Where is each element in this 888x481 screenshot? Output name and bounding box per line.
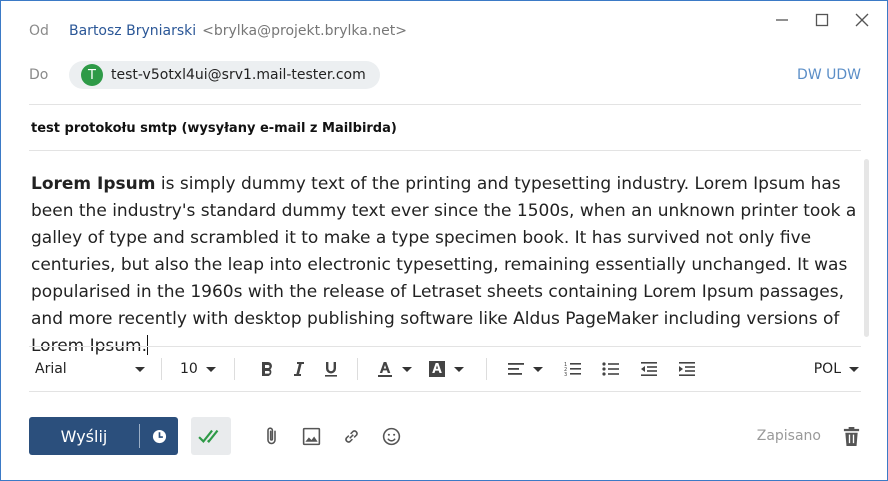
italic-icon[interactable]: [285, 355, 313, 383]
highlight-icon[interactable]: [428, 355, 464, 383]
send-label: Wyślij: [60, 426, 108, 446]
divider: [29, 391, 861, 392]
numbered-list-icon[interactable]: 123: [561, 355, 585, 383]
language-value: POL: [813, 361, 841, 377]
chevron-down-icon: [205, 366, 216, 372]
chevron-down-icon: [849, 366, 859, 372]
paperclip-icon[interactable]: [251, 417, 291, 455]
text-color-icon[interactable]: [376, 355, 412, 383]
font-size-select[interactable]: 10: [180, 361, 216, 377]
subject-field[interactable]: test protokołu smtp (wysyłany e-mail z M…: [31, 121, 397, 136]
recipient-chip[interactable]: T test-v5otxl4ui@srv1.mail-tester.com: [69, 61, 380, 89]
send-button[interactable]: Wyślij: [29, 417, 178, 455]
toolbar-divider: [356, 358, 358, 380]
svg-text:3: 3: [564, 372, 567, 378]
font-family-value: Arial: [35, 361, 67, 377]
font-size-value: 10: [180, 361, 198, 377]
maximize-icon[interactable]: [811, 9, 833, 31]
language-select[interactable]: POL: [814, 361, 859, 377]
close-icon[interactable]: [851, 9, 873, 31]
double-check-icon[interactable]: [191, 417, 231, 455]
body-scrollbar[interactable]: [864, 159, 869, 337]
minimize-icon[interactable]: [771, 9, 793, 31]
footer-bar: Wyślij Zapisano: [29, 416, 863, 456]
chevron-down-icon: [401, 366, 412, 372]
image-icon[interactable]: [291, 417, 331, 455]
toolbar-divider: [161, 358, 162, 380]
trash-icon[interactable]: [839, 422, 863, 450]
body-text-rest: is simply dummy text of the printing and…: [31, 174, 857, 356]
format-toolbar: Arial 10 1 2 3 POL: [29, 353, 861, 385]
window-controls: [771, 9, 873, 31]
recipient-email: test-v5otxl4ui@srv1.mail-tester.com: [111, 67, 366, 83]
sender-name[interactable]: Bartosz Bryniarski: [69, 23, 196, 39]
bullet-list-icon[interactable]: [599, 355, 623, 383]
indent-icon[interactable]: [675, 355, 699, 383]
message-body[interactable]: Lorem Ipsum is simply dummy text of the …: [31, 171, 863, 360]
divider: [29, 104, 861, 105]
chevron-down-icon: [135, 366, 145, 372]
outdent-icon[interactable]: [637, 355, 661, 383]
clock-icon[interactable]: [140, 429, 178, 444]
divider: [29, 346, 861, 347]
align-icon[interactable]: [507, 355, 543, 383]
from-row: Od Bartosz Bryniarski <brylka@projekt.br…: [29, 23, 407, 39]
toolbar-divider: [233, 358, 235, 380]
to-row: Do T test-v5otxl4ui@srv1.mail-tester.com…: [29, 61, 861, 89]
compose-window: Od Bartosz Bryniarski <brylka@projekt.br…: [0, 0, 888, 481]
chevron-down-icon: [532, 366, 543, 372]
emoji-icon[interactable]: [371, 417, 411, 455]
font-family-select[interactable]: Arial: [35, 361, 145, 377]
chevron-down-icon: [453, 366, 464, 372]
divider: [29, 150, 861, 151]
bold-icon[interactable]: [253, 355, 281, 383]
sender-email: <brylka@projekt.brylka.net>: [202, 23, 407, 39]
from-label: Od: [29, 23, 49, 39]
saved-status: Zapisano: [756, 428, 821, 444]
cc-bcc-link[interactable]: DW UDW: [797, 67, 861, 83]
link-icon[interactable]: [331, 417, 371, 455]
body-bold-lead: Lorem Ipsum: [31, 174, 156, 194]
toolbar-divider: [485, 358, 487, 380]
recipient-avatar: T: [81, 64, 103, 86]
underline-icon[interactable]: [317, 355, 345, 383]
text-caret: [147, 335, 149, 355]
to-label: Do: [29, 67, 49, 83]
